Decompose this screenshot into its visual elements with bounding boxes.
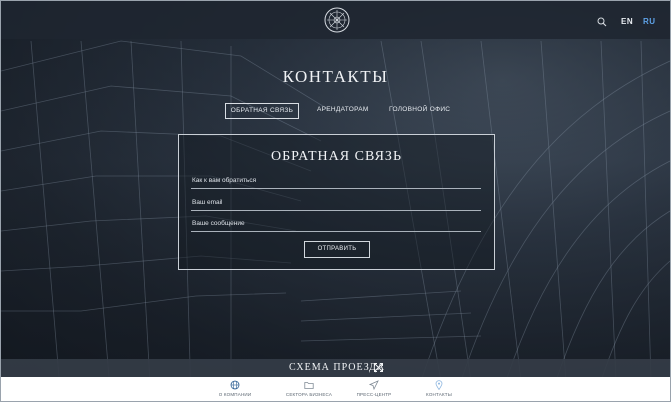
nav-label-contacts: КОНТАКТЫ: [426, 392, 452, 397]
search-icon[interactable]: [597, 17, 607, 27]
name-field[interactable]: Как к вам обратиться: [191, 175, 481, 189]
language-ru-link[interactable]: RU: [643, 17, 656, 26]
nav-item-contacts[interactable]: КОНТАКТЫ: [404, 377, 474, 401]
browser-frame: EN RU КОНТАКТЫ ОБРАТНАЯ СВЯЗЬ АРЕНДАТОРА…: [0, 0, 671, 402]
globe-icon: [230, 380, 240, 390]
expand-icon[interactable]: [374, 363, 383, 372]
form-title: ОБРАТНАЯ СВЯЗЬ: [270, 149, 402, 164]
nav-item-about[interactable]: О КОМПАНИИ: [200, 377, 270, 401]
message-field[interactable]: Ваше сообщение: [191, 218, 481, 232]
bottom-navigation: О КОМПАНИИ СЕКТОРА БИЗНЕСА ПРЕСС-ЦЕНТР К…: [1, 377, 670, 401]
feedback-form: ОБРАТНАЯ СВЯЗЬ Как к вам обратиться Ваш …: [178, 134, 495, 270]
nav-label-about: О КОМПАНИИ: [218, 392, 252, 397]
send-icon: [369, 380, 379, 390]
tab-tenants[interactable]: АРЕНДАТОРАМ: [317, 106, 369, 113]
company-logo-icon[interactable]: [324, 7, 350, 33]
top-header: EN RU: [1, 1, 670, 39]
language-en-link[interactable]: EN: [621, 17, 633, 26]
email-field[interactable]: Ваш email: [191, 197, 481, 211]
nav-label-press-center: ПРЕСС-ЦЕНТР: [356, 392, 392, 397]
location-pin-icon: [435, 380, 443, 390]
submit-button[interactable]: ОТПРАВИТЬ: [304, 241, 370, 258]
map-toggle-label[interactable]: СХЕМА ПРОЕЗДА: [289, 362, 385, 373]
nav-label-business-sectors: СЕКТОРА БИЗНЕСА: [285, 392, 333, 397]
nav-item-press-center[interactable]: ПРЕСС-ЦЕНТР: [339, 377, 409, 401]
nav-item-business-sectors[interactable]: СЕКТОРА БИЗНЕСА: [274, 377, 344, 401]
tab-head-office[interactable]: ГОЛОВНОЙ ОФИС: [389, 106, 450, 113]
folder-icon: [304, 382, 314, 389]
page-title: КОНТАКТЫ: [282, 67, 389, 86]
tab-feedback[interactable]: ОБРАТНАЯ СВЯЗЬ: [225, 103, 299, 119]
